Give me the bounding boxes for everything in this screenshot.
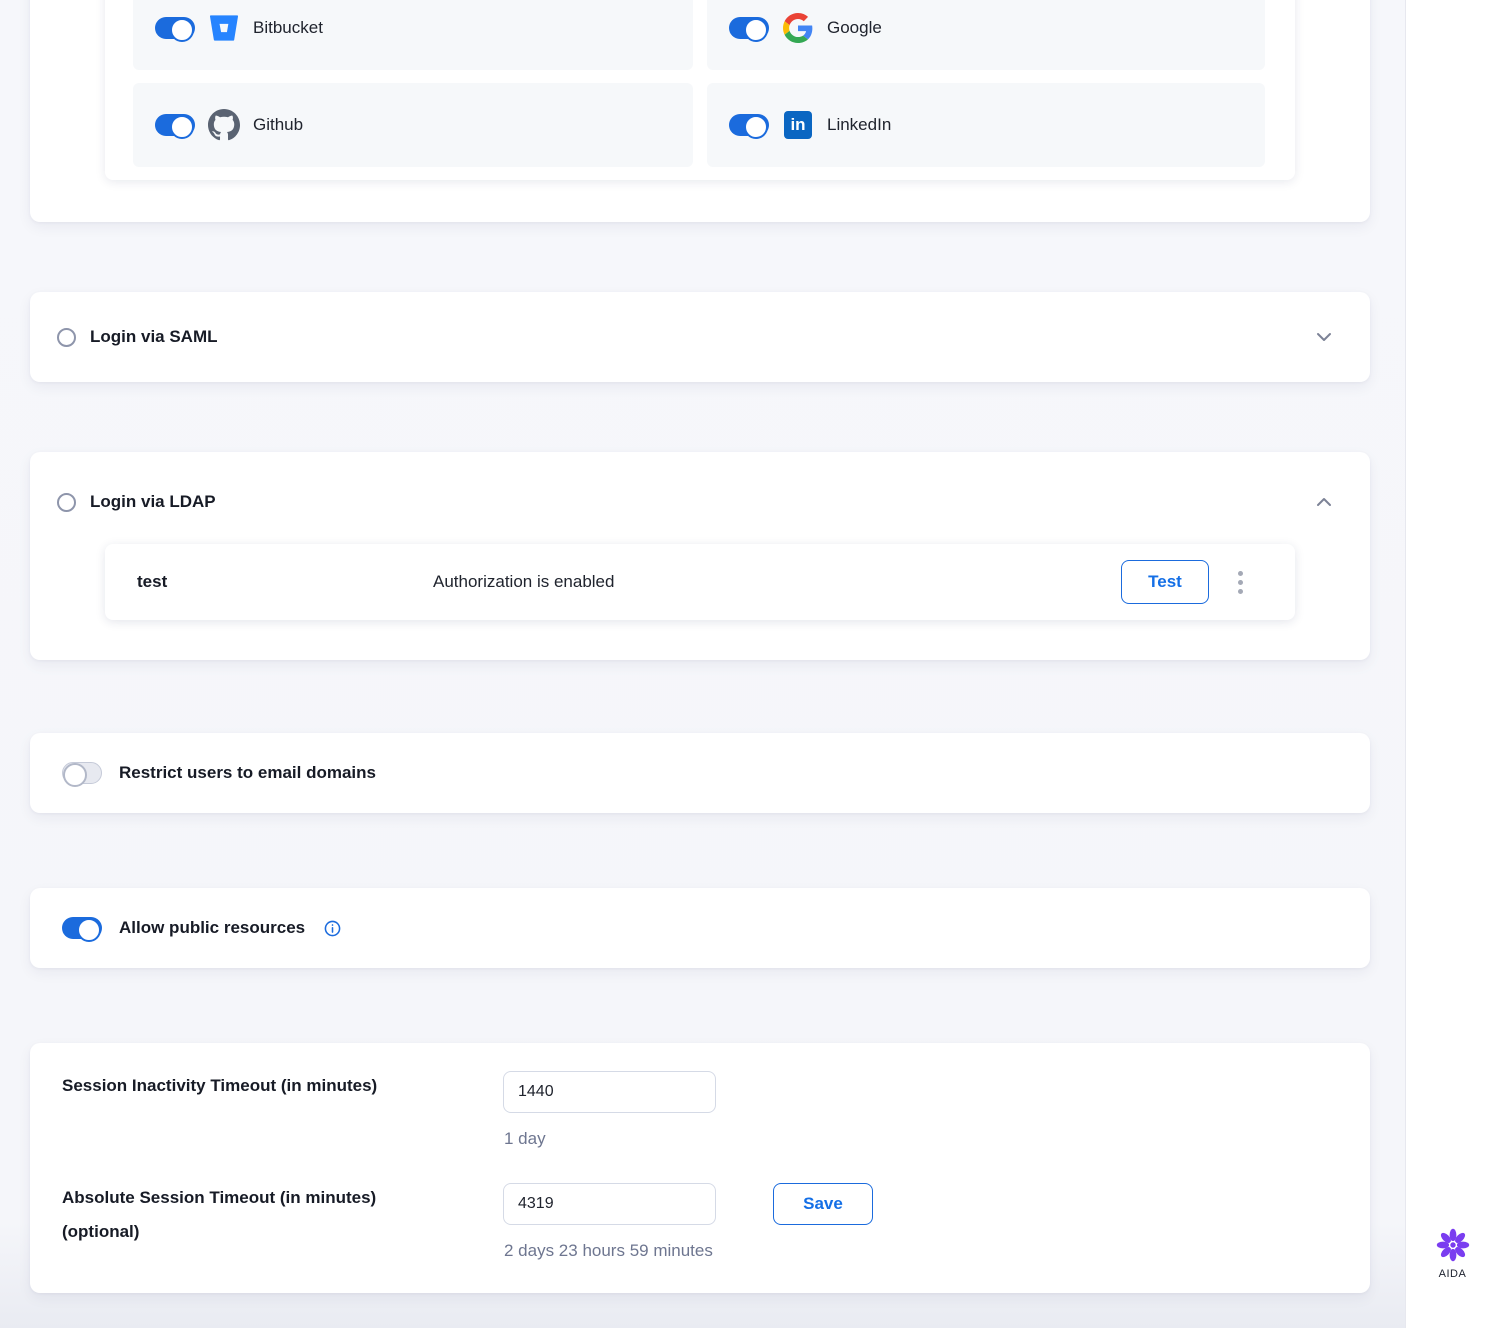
provider-label: Github [253, 115, 303, 135]
github-icon [208, 109, 240, 141]
ldap-config-name: test [137, 572, 433, 592]
bitbucket-icon [208, 12, 240, 44]
linkedin-icon: in [782, 109, 814, 141]
public-resources-card: Allow public resources [30, 888, 1370, 968]
google-toggle[interactable] [729, 17, 769, 39]
provider-label: Bitbucket [253, 18, 323, 38]
restrict-domains-card: Restrict users to email domains [30, 733, 1370, 813]
absolute-timeout-input[interactable] [503, 1183, 716, 1225]
provider-row-google: Google [707, 0, 1265, 70]
chevron-down-icon[interactable] [1312, 325, 1336, 349]
aida-flower-icon [1436, 1228, 1470, 1262]
chevron-up-icon[interactable] [1312, 490, 1336, 514]
saml-title: Login via SAML [90, 327, 218, 347]
linkedin-toggle[interactable] [729, 114, 769, 136]
ldap-test-button[interactable]: Test [1121, 560, 1209, 604]
right-side-panel: AIDA [1405, 0, 1498, 1328]
saml-radio[interactable] [57, 328, 76, 347]
restrict-domains-toggle[interactable] [62, 762, 102, 784]
ldap-config-status: Authorization is enabled [433, 572, 1121, 592]
absolute-timeout-label-optional: (optional) [62, 1222, 139, 1242]
public-resources-toggle[interactable] [62, 917, 102, 939]
aida-label: AIDA [1439, 1268, 1467, 1280]
inactivity-timeout-input[interactable] [503, 1071, 716, 1113]
google-icon [782, 12, 814, 44]
saml-section-card: Login via SAML [30, 292, 1370, 382]
save-button[interactable]: Save [773, 1183, 873, 1225]
ldap-radio[interactable] [57, 493, 76, 512]
inactivity-timeout-label: Session Inactivity Timeout (in minutes) [62, 1076, 377, 1096]
info-icon[interactable] [324, 920, 341, 937]
providers-panel: Bitbucket Google [105, 0, 1295, 180]
bitbucket-toggle[interactable] [155, 17, 195, 39]
social-login-card: Bitbucket Google [30, 0, 1370, 222]
provider-row-github: Github [133, 83, 693, 167]
kebab-menu-icon[interactable] [1234, 567, 1247, 598]
aida-widget[interactable]: AIDA [1406, 1228, 1498, 1280]
provider-row-bitbucket: Bitbucket [133, 0, 693, 70]
provider-label: Google [827, 18, 882, 38]
ldap-config-row: test Authorization is enabled Test [105, 544, 1295, 620]
inactivity-timeout-hint: 1 day [504, 1129, 546, 1149]
settings-scroll-area: Bitbucket Google [0, 0, 1405, 1328]
ldap-section-card: Login via LDAP test Authorization is ena… [30, 452, 1370, 660]
absolute-timeout-label: Absolute Session Timeout (in minutes) [62, 1188, 376, 1208]
provider-row-linkedin: in LinkedIn [707, 83, 1265, 167]
restrict-domains-title: Restrict users to email domains [119, 763, 376, 783]
provider-label: LinkedIn [827, 115, 891, 135]
github-toggle[interactable] [155, 114, 195, 136]
ldap-title: Login via LDAP [90, 492, 216, 512]
auth-settings-page: Bitbucket Google [0, 0, 1498, 1328]
session-timeout-card: Session Inactivity Timeout (in minutes) … [30, 1043, 1370, 1293]
absolute-timeout-hint: 2 days 23 hours 59 minutes [504, 1241, 713, 1261]
public-resources-title: Allow public resources [119, 918, 305, 938]
